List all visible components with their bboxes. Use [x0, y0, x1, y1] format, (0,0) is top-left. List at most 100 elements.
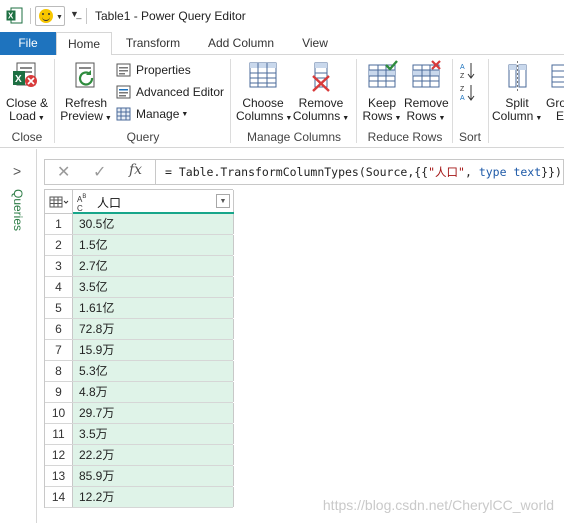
- customize-qat-icon[interactable]: ▼̲: [70, 9, 79, 19]
- refresh-icon: [70, 59, 102, 93]
- split-column-label-2: Column ▼: [492, 109, 543, 123]
- table-cell[interactable]: 12.2万: [73, 487, 234, 507]
- table-row[interactable]: 11 3.5万: [45, 424, 234, 445]
- row-number[interactable]: 8: [45, 361, 73, 381]
- svg-text:Z: Z: [460, 73, 465, 80]
- window-title: Table1 - Power Query Editor: [95, 9, 246, 23]
- keep-rows-icon: [366, 59, 398, 93]
- filter-dropdown-icon[interactable]: ▼: [216, 194, 230, 208]
- table-cell[interactable]: 22.2万: [73, 445, 234, 465]
- table-row[interactable]: 12 22.2万: [45, 445, 234, 466]
- excel-icon[interactable]: X: [6, 7, 23, 24]
- formula-input[interactable]: = Table.TransformColumnTypes(Source,{{"人…: [165, 164, 562, 180]
- table-row[interactable]: 13 85.9万: [45, 466, 234, 487]
- row-number[interactable]: 9: [45, 382, 73, 402]
- row-number[interactable]: 2: [45, 235, 73, 255]
- svg-text:A: A: [460, 64, 465, 71]
- data-grid: AB C 人口 ▼ 1 30.5亿 2 1.5亿 3 2.7亿 4 3.5亿 5 1.61亿 6 72.…: [44, 189, 234, 508]
- row-number[interactable]: 10: [45, 403, 73, 423]
- advanced-editor-icon: [116, 85, 131, 99]
- remove-rows-button[interactable]: Remove Rows ▼: [404, 59, 449, 125]
- queries-pane: > Queries: [0, 149, 37, 523]
- table-row[interactable]: 8 5.3亿: [45, 361, 234, 382]
- row-number[interactable]: 14: [45, 487, 73, 507]
- group-separator: [488, 59, 489, 143]
- table-row[interactable]: 5 1.61亿: [45, 298, 234, 319]
- table-cell[interactable]: 29.7万: [73, 403, 234, 423]
- ribbon-tabs: File Home Transform Add Column View: [0, 32, 564, 56]
- column-header-population[interactable]: AB C 人口 ▼: [73, 190, 234, 213]
- group-by-label-2: E: [556, 109, 564, 123]
- table-cell[interactable]: 2.7亿: [73, 256, 234, 276]
- row-number[interactable]: 5: [45, 298, 73, 318]
- table-cell[interactable]: 1.61亿: [73, 298, 234, 318]
- table-row[interactable]: 1 30.5亿: [45, 214, 234, 235]
- title-separator: [30, 8, 31, 24]
- grid-rows: 1 30.5亿 2 1.5亿 3 2.7亿 4 3.5亿 5 1.61亿 6 72.8万 7 15.9万 8…: [45, 214, 234, 508]
- table-row[interactable]: 9 4.8万: [45, 382, 234, 403]
- table-row[interactable]: 3 2.7亿: [45, 256, 234, 277]
- properties-button[interactable]: Properties: [116, 61, 191, 79]
- text-type-icon[interactable]: AB C: [77, 193, 86, 213]
- row-number[interactable]: 4: [45, 277, 73, 297]
- table-row[interactable]: 14 12.2万: [45, 487, 234, 508]
- table-cell[interactable]: 85.9万: [73, 466, 234, 486]
- advanced-editor-button[interactable]: Advanced Editor: [116, 83, 224, 101]
- table-cell[interactable]: 30.5亿: [73, 214, 234, 234]
- row-number[interactable]: 11: [45, 424, 73, 444]
- row-number[interactable]: 13: [45, 466, 73, 486]
- table-cell[interactable]: 15.9万: [73, 340, 234, 360]
- keep-rows-button[interactable]: Keep Rows ▼: [360, 59, 404, 125]
- grid-header: AB C 人口 ▼: [45, 189, 234, 215]
- tab-home[interactable]: Home: [56, 32, 112, 56]
- close-load-icon: X: [11, 59, 43, 93]
- table-row[interactable]: 6 72.8万: [45, 319, 234, 340]
- table-cell[interactable]: 4.8万: [73, 382, 234, 402]
- row-number[interactable]: 6: [45, 319, 73, 339]
- table-cell[interactable]: 5.3亿: [73, 361, 234, 381]
- tab-transform[interactable]: Transform: [116, 32, 190, 55]
- group-by-button[interactable]: Gro E: [546, 59, 564, 123]
- group-separator: [230, 59, 231, 143]
- svg-text:X: X: [15, 74, 22, 85]
- table-row[interactable]: 2 1.5亿: [45, 235, 234, 256]
- sort-ascending-button[interactable]: AZ: [460, 59, 480, 80]
- sort-descending-button[interactable]: ZA: [460, 81, 480, 102]
- cancel-formula-icon[interactable]: ✕: [57, 162, 70, 182]
- chevron-down-icon: ▼: [181, 110, 189, 118]
- tab-file[interactable]: File: [0, 32, 56, 55]
- choose-columns-button[interactable]: Choose Columns ▼: [236, 59, 293, 125]
- table-row[interactable]: 10 29.7万: [45, 403, 234, 424]
- remove-columns-button[interactable]: Remove Columns ▼: [292, 59, 350, 125]
- fx-icon[interactable]: fx: [129, 162, 142, 178]
- manage-button[interactable]: Manage ▼: [116, 105, 188, 123]
- confirm-formula-icon[interactable]: ✓: [93, 162, 106, 182]
- formula-separator: [155, 160, 156, 184]
- formula-prefix: = Table.TransformColumnTypes(Source,{{: [165, 165, 429, 179]
- row-number[interactable]: 12: [45, 445, 73, 465]
- choose-columns-label-2: Columns ▼: [236, 109, 293, 123]
- group-by-icon: [550, 59, 564, 93]
- split-column-button[interactable]: Split Column ▼: [492, 59, 542, 125]
- chevron-right-icon[interactable]: >: [13, 163, 21, 179]
- row-number[interactable]: 7: [45, 340, 73, 360]
- table-cell[interactable]: 1.5亿: [73, 235, 234, 255]
- column-name: 人口: [97, 196, 122, 210]
- row-number[interactable]: 1: [45, 214, 73, 234]
- properties-label: Properties: [136, 63, 191, 77]
- table-menu-button[interactable]: [45, 190, 73, 213]
- split-column-icon: [501, 59, 533, 93]
- table-cell[interactable]: 3.5万: [73, 424, 234, 444]
- table-cell[interactable]: 72.8万: [73, 319, 234, 339]
- tab-view[interactable]: View: [292, 32, 338, 55]
- manage-icon: [116, 107, 131, 121]
- feedback-button[interactable]: ▼: [35, 6, 65, 26]
- refresh-preview-button[interactable]: Refresh Preview ▼: [60, 59, 112, 125]
- tab-add-column[interactable]: Add Column: [198, 32, 284, 55]
- close-load-button[interactable]: X Close & Load ▼: [4, 59, 50, 125]
- queries-pane-label[interactable]: Queries: [11, 189, 25, 231]
- table-cell[interactable]: 3.5亿: [73, 277, 234, 297]
- table-row[interactable]: 7 15.9万: [45, 340, 234, 361]
- table-row[interactable]: 4 3.5亿: [45, 277, 234, 298]
- row-number[interactable]: 3: [45, 256, 73, 276]
